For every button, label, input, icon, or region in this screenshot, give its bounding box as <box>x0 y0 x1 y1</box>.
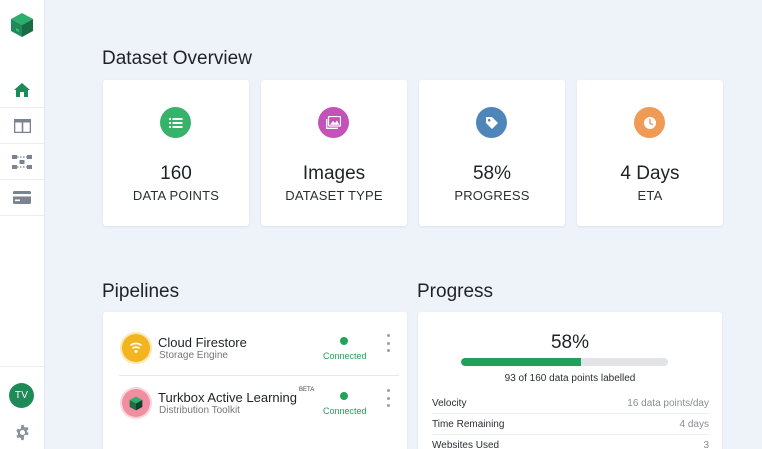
pipeline-subtitle: Distribution Toolkit <box>159 405 240 416</box>
stat-card-eta: 4 Days ETA <box>577 80 723 226</box>
stat-card-data-points: 160 DATA POINTS <box>103 80 249 226</box>
card-icon <box>13 191 31 204</box>
stat-row-time-remaining: Time Remaining 4 days <box>432 414 709 435</box>
clock-icon <box>634 107 665 138</box>
row-value: 3 <box>703 440 709 449</box>
wifi-icon <box>122 334 150 362</box>
stat-label: PROGRESS <box>454 188 530 203</box>
pipeline-name: Cloud Firestore <box>158 335 247 350</box>
stat-value: Images <box>302 163 366 184</box>
pipeline-name: Turkbox Active Learning BETA <box>158 387 315 405</box>
row-label: Time Remaining <box>432 419 505 430</box>
pipeline-item[interactable]: Turkbox Active Learning BETA Distribution… <box>119 387 399 441</box>
tag-icon <box>476 107 507 138</box>
sidebar-item-home[interactable] <box>0 72 44 108</box>
more-options-button[interactable] <box>384 389 392 407</box>
status-text: Connected <box>323 351 367 361</box>
pipeline-divider <box>119 375 399 376</box>
status-dot <box>340 392 348 400</box>
progress-title: Progress <box>417 281 494 302</box>
pipelines-title: Pipelines <box>102 281 180 302</box>
image-icon <box>318 107 349 138</box>
sidebar-item-workflow[interactable] <box>0 144 44 180</box>
more-options-button[interactable] <box>384 334 392 352</box>
sidebar-item-layout[interactable] <box>0 108 44 144</box>
pipeline-name-text: Turkbox Active Learning <box>158 390 297 405</box>
stat-row-velocity: Velocity 16 data points/day <box>432 393 709 414</box>
row-value: 4 days <box>679 419 709 430</box>
beta-badge: BETA <box>298 387 315 393</box>
stat-value: 4 Days <box>620 163 680 184</box>
overview-title: Dataset Overview <box>102 48 252 69</box>
gear-icon <box>15 424 29 440</box>
row-value: 16 data points/day <box>627 398 709 409</box>
progress-bar-fill <box>461 358 582 366</box>
stat-value: 160 <box>160 163 192 184</box>
settings-button[interactable] <box>12 422 32 442</box>
avatar[interactable]: TV <box>9 383 34 408</box>
pipeline-subtitle: Storage Engine <box>159 350 228 361</box>
pipelines-card: Cloud Firestore Storage Engine Connected… <box>103 312 407 449</box>
progress-percent: 58% <box>550 332 590 353</box>
sidebar: TV <box>0 0 45 449</box>
stat-value: 58% <box>472 163 512 184</box>
progress-card: 58% 93 of 160 data points labelled Veloc… <box>418 312 722 449</box>
row-label: Websites Used <box>432 440 500 449</box>
stat-label: DATA POINTS <box>132 188 220 203</box>
list-icon <box>160 107 191 138</box>
workflow-icon <box>12 154 32 169</box>
stat-row-websites-used: Websites Used 3 <box>432 435 709 449</box>
sidebar-divider <box>0 366 44 367</box>
progress-bar <box>461 358 668 366</box>
pipeline-item[interactable]: Cloud Firestore Storage Engine Connected <box>119 334 399 386</box>
logo-cube-icon[interactable] <box>10 12 34 38</box>
stat-label: ETA <box>637 188 663 203</box>
stat-label: DATASET TYPE <box>285 188 383 203</box>
stat-card-dataset-type: Images DATASET TYPE <box>261 80 407 226</box>
progress-caption: 93 of 160 data points labelled <box>504 373 636 384</box>
sidebar-item-billing[interactable] <box>0 180 44 216</box>
columns-icon <box>13 118 31 133</box>
status-dot <box>340 337 348 345</box>
status-text: Connected <box>323 406 367 416</box>
home-icon <box>14 82 30 97</box>
cube-icon <box>122 389 150 417</box>
stat-card-progress: 58% PROGRESS <box>419 80 565 226</box>
row-label: Velocity <box>432 398 467 409</box>
